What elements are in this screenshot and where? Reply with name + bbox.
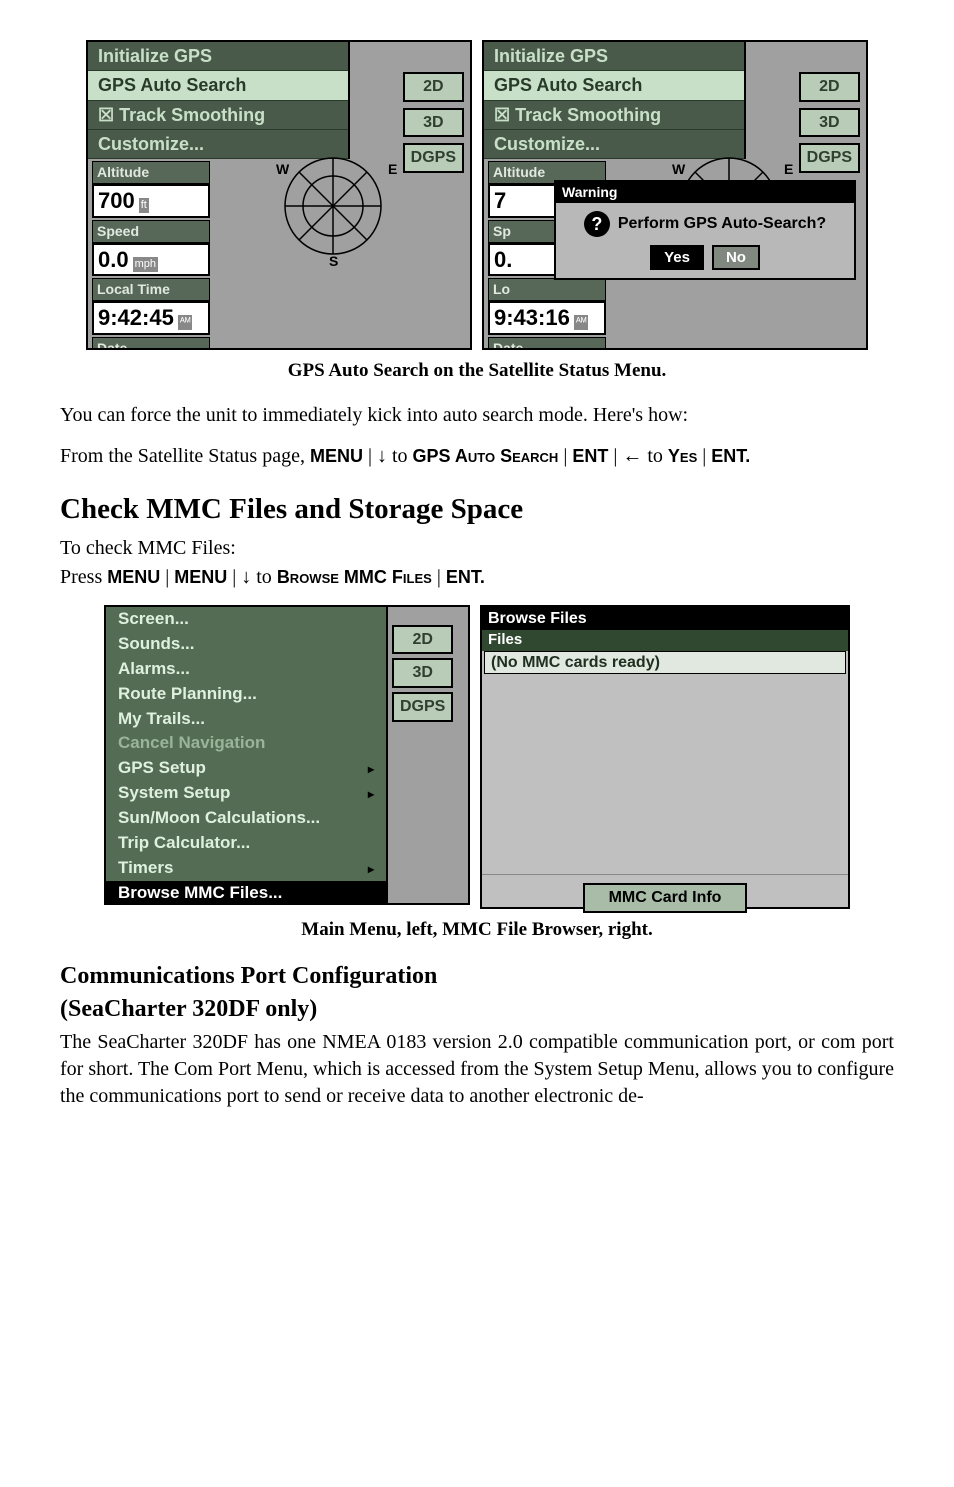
question-icon: ? — [584, 211, 610, 237]
yes-button[interactable]: Yes — [650, 245, 704, 270]
altitude-value: 700ft — [92, 184, 210, 218]
menu-initialize-gps[interactable]: Initialize GPS — [88, 42, 348, 71]
menu-sounds[interactable]: Sounds... — [106, 632, 386, 657]
dialog-message: Perform GPS Auto-Search? — [618, 213, 826, 235]
para-1: You can force the unit to immediately ki… — [60, 402, 894, 429]
menu-customize[interactable]: Customize... — [88, 130, 348, 159]
compass-rose: W E S — [228, 156, 438, 306]
browse-message: (No MMC cards ready) — [484, 651, 846, 675]
menu-track-smoothing[interactable]: Track Smoothing — [88, 101, 348, 130]
badge-3d: 3D — [799, 108, 860, 138]
speed-value: 0.0mph — [92, 243, 210, 277]
para-5: The SeaCharter 320DF has one NMEA 0183 v… — [60, 1029, 894, 1110]
menu-screen[interactable]: Screen... — [106, 607, 386, 632]
badge-dgps: DGPS — [392, 692, 453, 722]
main-menu: Screen... Sounds... Alarms... Route Plan… — [106, 607, 388, 905]
menu-alarms[interactable]: Alarms... — [106, 657, 386, 682]
no-button[interactable]: No — [712, 245, 760, 270]
warning-dialog: Warning ? Perform GPS Auto-Search? Yes N… — [554, 180, 856, 280]
menu-cancel-navigation: Cancel Navigation — [106, 731, 386, 756]
svg-text:E: E — [784, 161, 793, 177]
menu-gps-setup[interactable]: GPS Setup — [106, 756, 386, 781]
mmc-browser-screenshot: Browse Files Files (No MMC cards ready) … — [480, 605, 850, 909]
menu-sun-moon[interactable]: Sun/Moon Calculations... — [106, 806, 386, 831]
svg-text:W: W — [672, 161, 686, 177]
menu-timers[interactable]: Timers — [106, 856, 386, 881]
menu-trip-calculator[interactable]: Trip Calculator... — [106, 831, 386, 856]
date-label: Date — [92, 337, 210, 350]
badge-2d: 2D — [392, 625, 453, 655]
main-menu-screenshot: Screen... Sounds... Alarms... Route Plan… — [104, 605, 470, 905]
svg-text:S: S — [329, 253, 338, 269]
menu-gps-auto-search[interactable]: GPS Auto Search — [88, 71, 348, 100]
localtime-value: 9:42:45ᴬᴹ — [92, 301, 210, 335]
figure-1: Initialize GPS GPS Auto Search Track Smo… — [60, 40, 894, 350]
gps-menu-right: Initialize GPS GPS Auto Search Track Smo… — [484, 42, 746, 159]
figure-1-caption: GPS Auto Search on the Satellite Status … — [60, 358, 894, 384]
figure-2: Screen... Sounds... Alarms... Route Plan… — [60, 605, 894, 909]
badge-3d: 3D — [403, 108, 464, 138]
menu-track-smoothing[interactable]: Track Smoothing — [484, 101, 744, 130]
gps-menu: Initialize GPS GPS Auto Search Track Smo… — [88, 42, 350, 159]
heading-check-mmc: Check MMC Files and Storage Space — [60, 490, 894, 529]
altitude-label: Altitude — [92, 161, 210, 184]
speed-label: Speed — [92, 220, 210, 243]
localtime-label: Local Time — [92, 278, 210, 301]
svg-text:W: W — [276, 161, 290, 177]
menu-system-setup[interactable]: System Setup — [106, 781, 386, 806]
browse-list — [482, 674, 848, 874]
screenshot-right: Initialize GPS GPS Auto Search Track Smo… — [482, 40, 868, 350]
fix-badges: 2D 3D DGPS — [392, 625, 453, 722]
date-label: Date — [488, 337, 606, 350]
menu-my-trails[interactable]: My Trails... — [106, 707, 386, 732]
localtime-value: 9:43:16ᴬᴹ — [488, 301, 606, 335]
menu-initialize-gps[interactable]: Initialize GPS — [484, 42, 744, 71]
heading-com-port: Communications Port Configuration (SeaCh… — [60, 960, 894, 1025]
para-3: To check MMC Files: — [60, 535, 894, 562]
badge-3d: 3D — [392, 658, 453, 688]
badge-2d: 2D — [403, 72, 464, 102]
menu-customize[interactable]: Customize... — [484, 130, 744, 159]
localtime-label: Lo — [488, 278, 606, 301]
browse-title: Browse Files — [482, 607, 848, 631]
screenshot-left: Initialize GPS GPS Auto Search Track Smo… — [86, 40, 472, 350]
para-4: Press MENU | MENU | ↓ to Browse MMC File… — [60, 564, 894, 591]
para-2: From the Satellite Status page, MENU | ↓… — [60, 443, 894, 470]
dialog-title: Warning — [556, 182, 854, 203]
menu-route-planning[interactable]: Route Planning... — [106, 682, 386, 707]
mmc-card-info-button[interactable]: MMC Card Info — [583, 883, 748, 913]
menu-browse-mmc-files[interactable]: Browse MMC Files... — [106, 881, 386, 905]
badge-2d: 2D — [799, 72, 860, 102]
browse-subtitle: Files — [482, 630, 848, 650]
svg-text:E: E — [388, 161, 397, 177]
menu-gps-auto-search[interactable]: GPS Auto Search — [484, 71, 744, 100]
